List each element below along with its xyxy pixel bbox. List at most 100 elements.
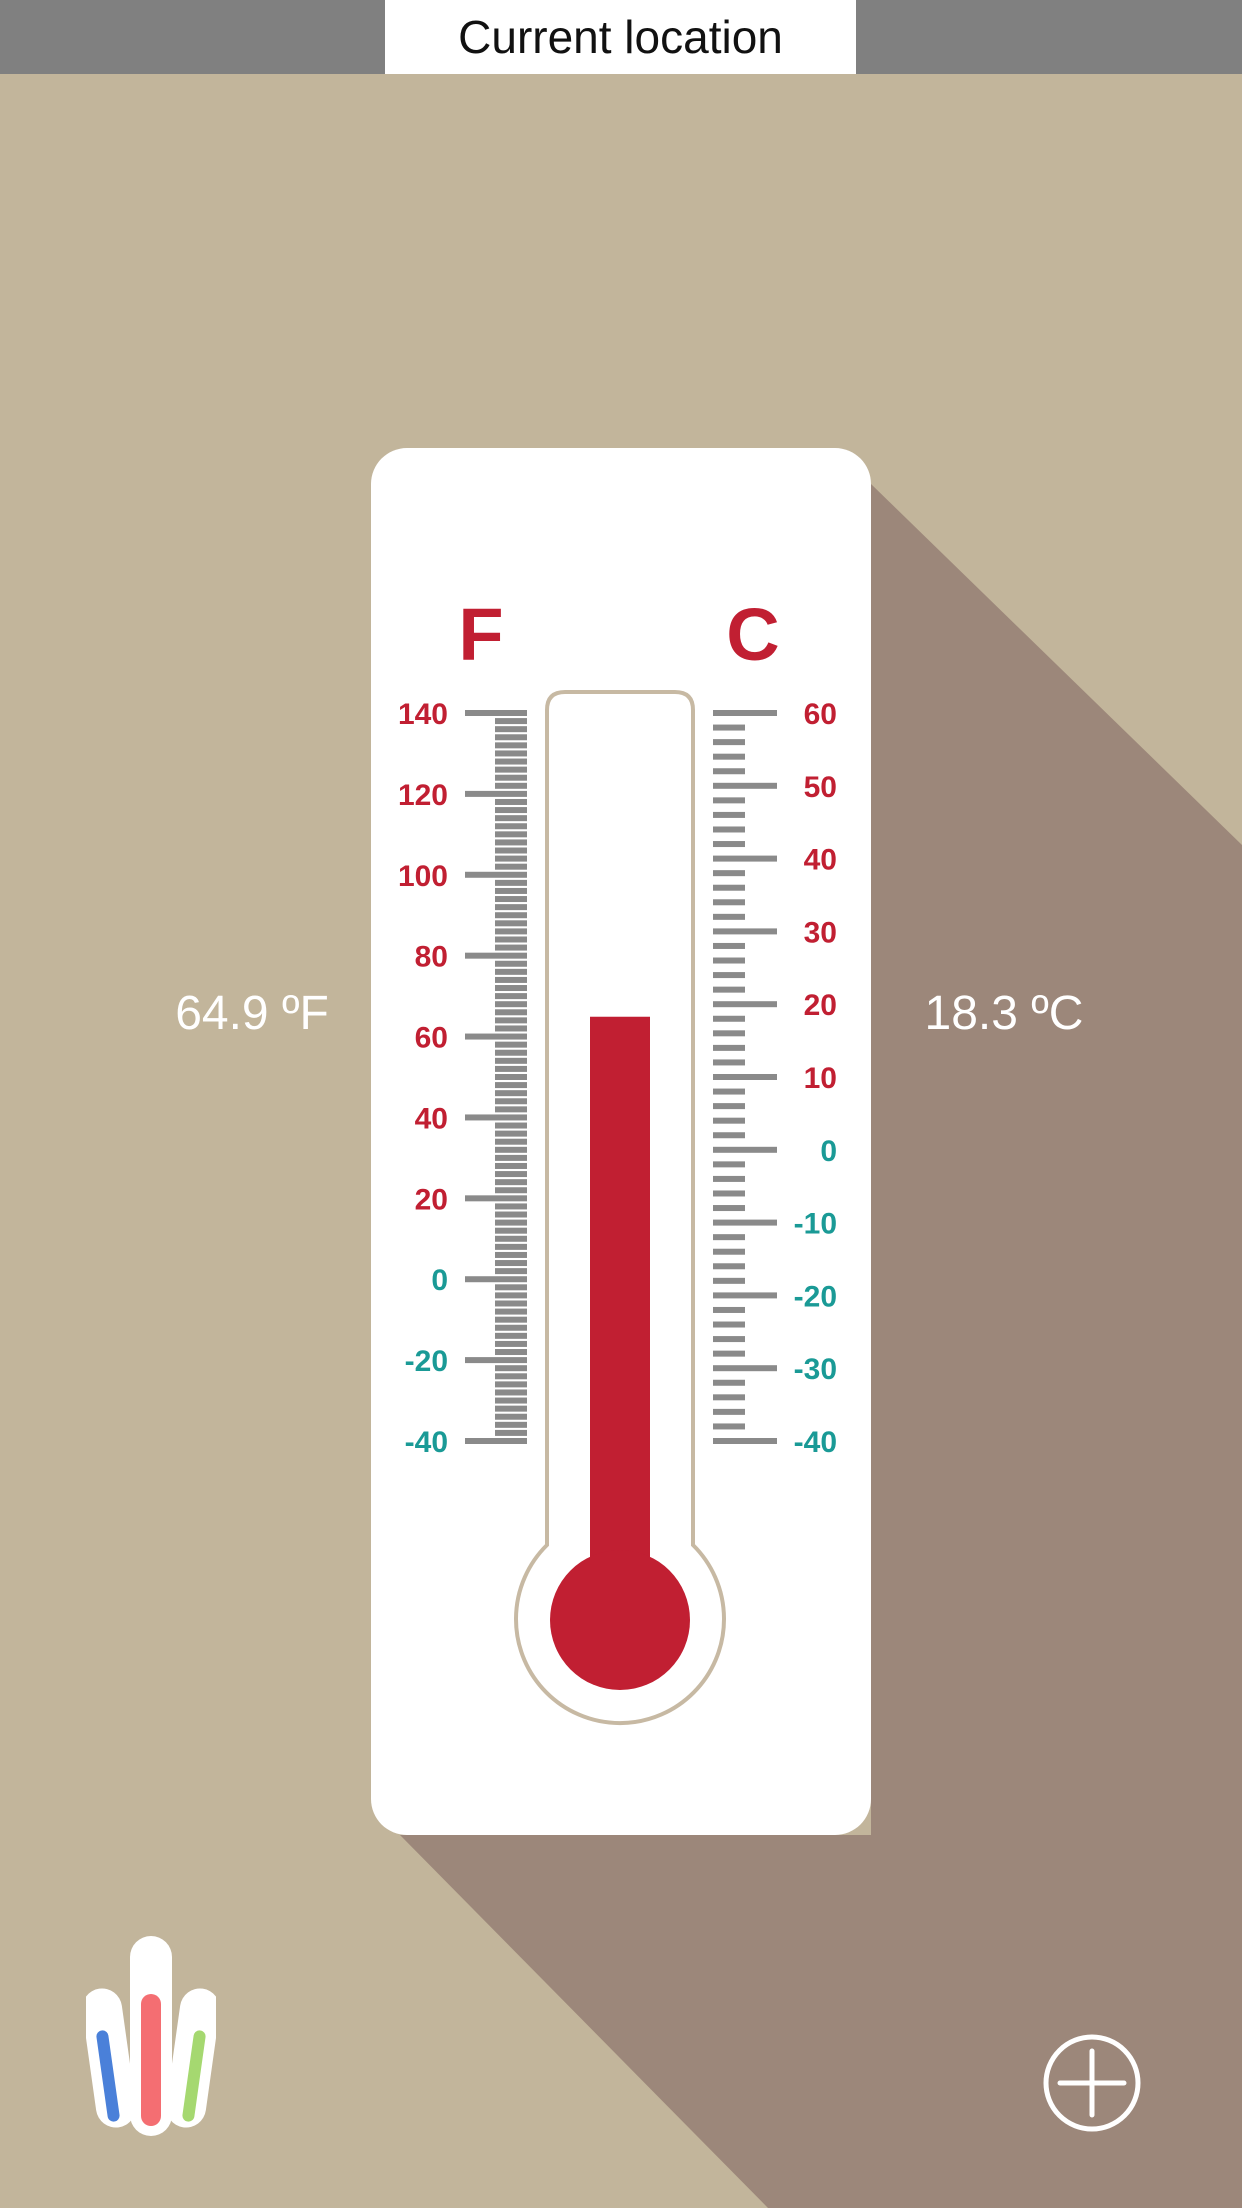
celsius-tick-label: 50 [804, 771, 837, 804]
fahrenheit-minor-tick [495, 1025, 527, 1032]
fahrenheit-minor-tick [495, 1082, 527, 1089]
fahrenheit-minor-tick [495, 993, 527, 1000]
fahrenheit-tick-label: -20 [405, 1345, 448, 1378]
fahrenheit-minor-tick [495, 1421, 527, 1428]
fahrenheit-minor-tick [495, 1106, 527, 1113]
celsius-minor-tick [713, 986, 745, 993]
celsius-minor-tick [713, 1423, 745, 1430]
celsius-minor-tick [713, 768, 745, 775]
celsius-minor-tick [713, 1350, 745, 1357]
fahrenheit-minor-tick [495, 1268, 527, 1275]
fahrenheit-minor-tick [495, 1405, 527, 1412]
fahrenheit-scale: 140 120 100 80 60 40 20 0 -20 -40 [398, 698, 527, 1459]
fahrenheit-major-tick [465, 1114, 527, 1121]
fahrenheit-minor-tick [495, 1300, 527, 1307]
fahrenheit-major-tick [465, 1033, 527, 1040]
celsius-reading: 18.3 ºC [924, 987, 1084, 1040]
fahrenheit-minor-tick [495, 726, 527, 733]
celsius-unit-label: C [726, 593, 779, 676]
fahrenheit-minor-tick [495, 823, 527, 830]
celsius-minor-tick [713, 1044, 745, 1051]
celsius-minor-tick [713, 739, 745, 746]
fahrenheit-minor-tick [495, 1227, 527, 1234]
fahrenheit-minor-tick [495, 1365, 527, 1372]
fahrenheit-minor-tick [495, 1260, 527, 1267]
celsius-minor-tick [713, 1263, 745, 1270]
fahrenheit-minor-tick [495, 1098, 527, 1105]
fahrenheit-minor-tick [495, 968, 527, 975]
celsius-tick-label: 60 [804, 698, 837, 731]
celsius-minor-tick [713, 899, 745, 906]
celsius-major-tick [713, 1001, 777, 1008]
celsius-tick-label: 0 [820, 1135, 837, 1168]
fahrenheit-tick-label: 140 [398, 698, 448, 731]
fahrenheit-minor-tick [495, 1041, 527, 1048]
fahrenheit-minor-tick [495, 1332, 527, 1339]
celsius-minor-tick [713, 1394, 745, 1401]
fahrenheit-major-tick [465, 871, 527, 878]
celsius-minor-tick [713, 1277, 745, 1284]
fahrenheit-minor-tick [495, 750, 527, 757]
celsius-major-tick [713, 1146, 777, 1153]
fahrenheit-minor-tick [495, 1284, 527, 1291]
celsius-minor-tick [713, 1336, 745, 1343]
celsius-minor-tick [713, 1408, 745, 1415]
fahrenheit-minor-tick [495, 1179, 527, 1186]
celsius-minor-tick [713, 1103, 745, 1110]
fahrenheit-minor-tick [495, 879, 527, 886]
add-location-button[interactable] [1042, 2033, 1142, 2133]
fahrenheit-minor-tick [495, 766, 527, 773]
celsius-minor-tick [713, 972, 745, 979]
celsius-major-tick [713, 1438, 777, 1444]
fahrenheit-minor-tick [495, 1065, 527, 1072]
celsius-minor-tick [713, 884, 745, 891]
celsius-major-tick [713, 782, 777, 789]
fahrenheit-tick-label: 100 [398, 860, 448, 893]
fahrenheit-minor-tick [495, 896, 527, 903]
fahrenheit-minor-tick [495, 1154, 527, 1161]
thermometers-logo-icon[interactable] [86, 1930, 216, 2140]
celsius-tick-label: -10 [794, 1208, 837, 1241]
mercury-column [590, 1016, 650, 1622]
fahrenheit-minor-tick [495, 734, 527, 741]
fahrenheit-minor-tick [495, 798, 527, 805]
fahrenheit-minor-tick [495, 1316, 527, 1323]
fahrenheit-minor-tick [495, 742, 527, 749]
fahrenheit-minor-tick [495, 855, 527, 862]
fahrenheit-minor-tick [495, 1138, 527, 1145]
fahrenheit-minor-tick [495, 1187, 527, 1194]
fahrenheit-minor-tick [495, 1381, 527, 1388]
fahrenheit-minor-tick [495, 920, 527, 927]
fahrenheit-minor-tick [495, 976, 527, 983]
fahrenheit-minor-tick [495, 807, 527, 814]
fahrenheit-minor-tick [495, 944, 527, 951]
fahrenheit-minor-tick [495, 1146, 527, 1153]
fahrenheit-minor-tick [495, 1349, 527, 1356]
thermometer: F C 140120100806040200-20-40 60504030201… [398, 593, 837, 1726]
fahrenheit-minor-tick [495, 758, 527, 765]
fahrenheit-minor-tick [495, 1219, 527, 1226]
fahrenheit-minor-tick [495, 1292, 527, 1299]
fahrenheit-major-tick [465, 710, 527, 716]
celsius-major-tick [713, 1219, 777, 1226]
celsius-tick-label: 20 [804, 989, 837, 1022]
fahrenheit-tick-label: 60 [415, 1022, 448, 1055]
fahrenheit-major-tick [465, 1276, 527, 1283]
celsius-minor-tick [713, 1379, 745, 1386]
fahrenheit-minor-tick [495, 1340, 527, 1347]
fahrenheit-minor-tick [495, 887, 527, 894]
fahrenheit-minor-tick [495, 904, 527, 911]
fahrenheit-minor-tick [495, 1162, 527, 1169]
celsius-major-tick [713, 928, 777, 935]
celsius-minor-tick [713, 841, 745, 848]
fahrenheit-minor-tick [495, 1009, 527, 1016]
celsius-minor-tick [713, 753, 745, 760]
celsius-tick-label: -20 [794, 1280, 837, 1313]
fahrenheit-minor-tick [495, 1251, 527, 1258]
fahrenheit-minor-tick [495, 1001, 527, 1008]
celsius-minor-tick [713, 724, 745, 731]
celsius-minor-tick [713, 957, 745, 964]
celsius-minor-tick [713, 1059, 745, 1066]
fahrenheit-minor-tick [495, 863, 527, 870]
fahrenheit-minor-tick [495, 847, 527, 854]
